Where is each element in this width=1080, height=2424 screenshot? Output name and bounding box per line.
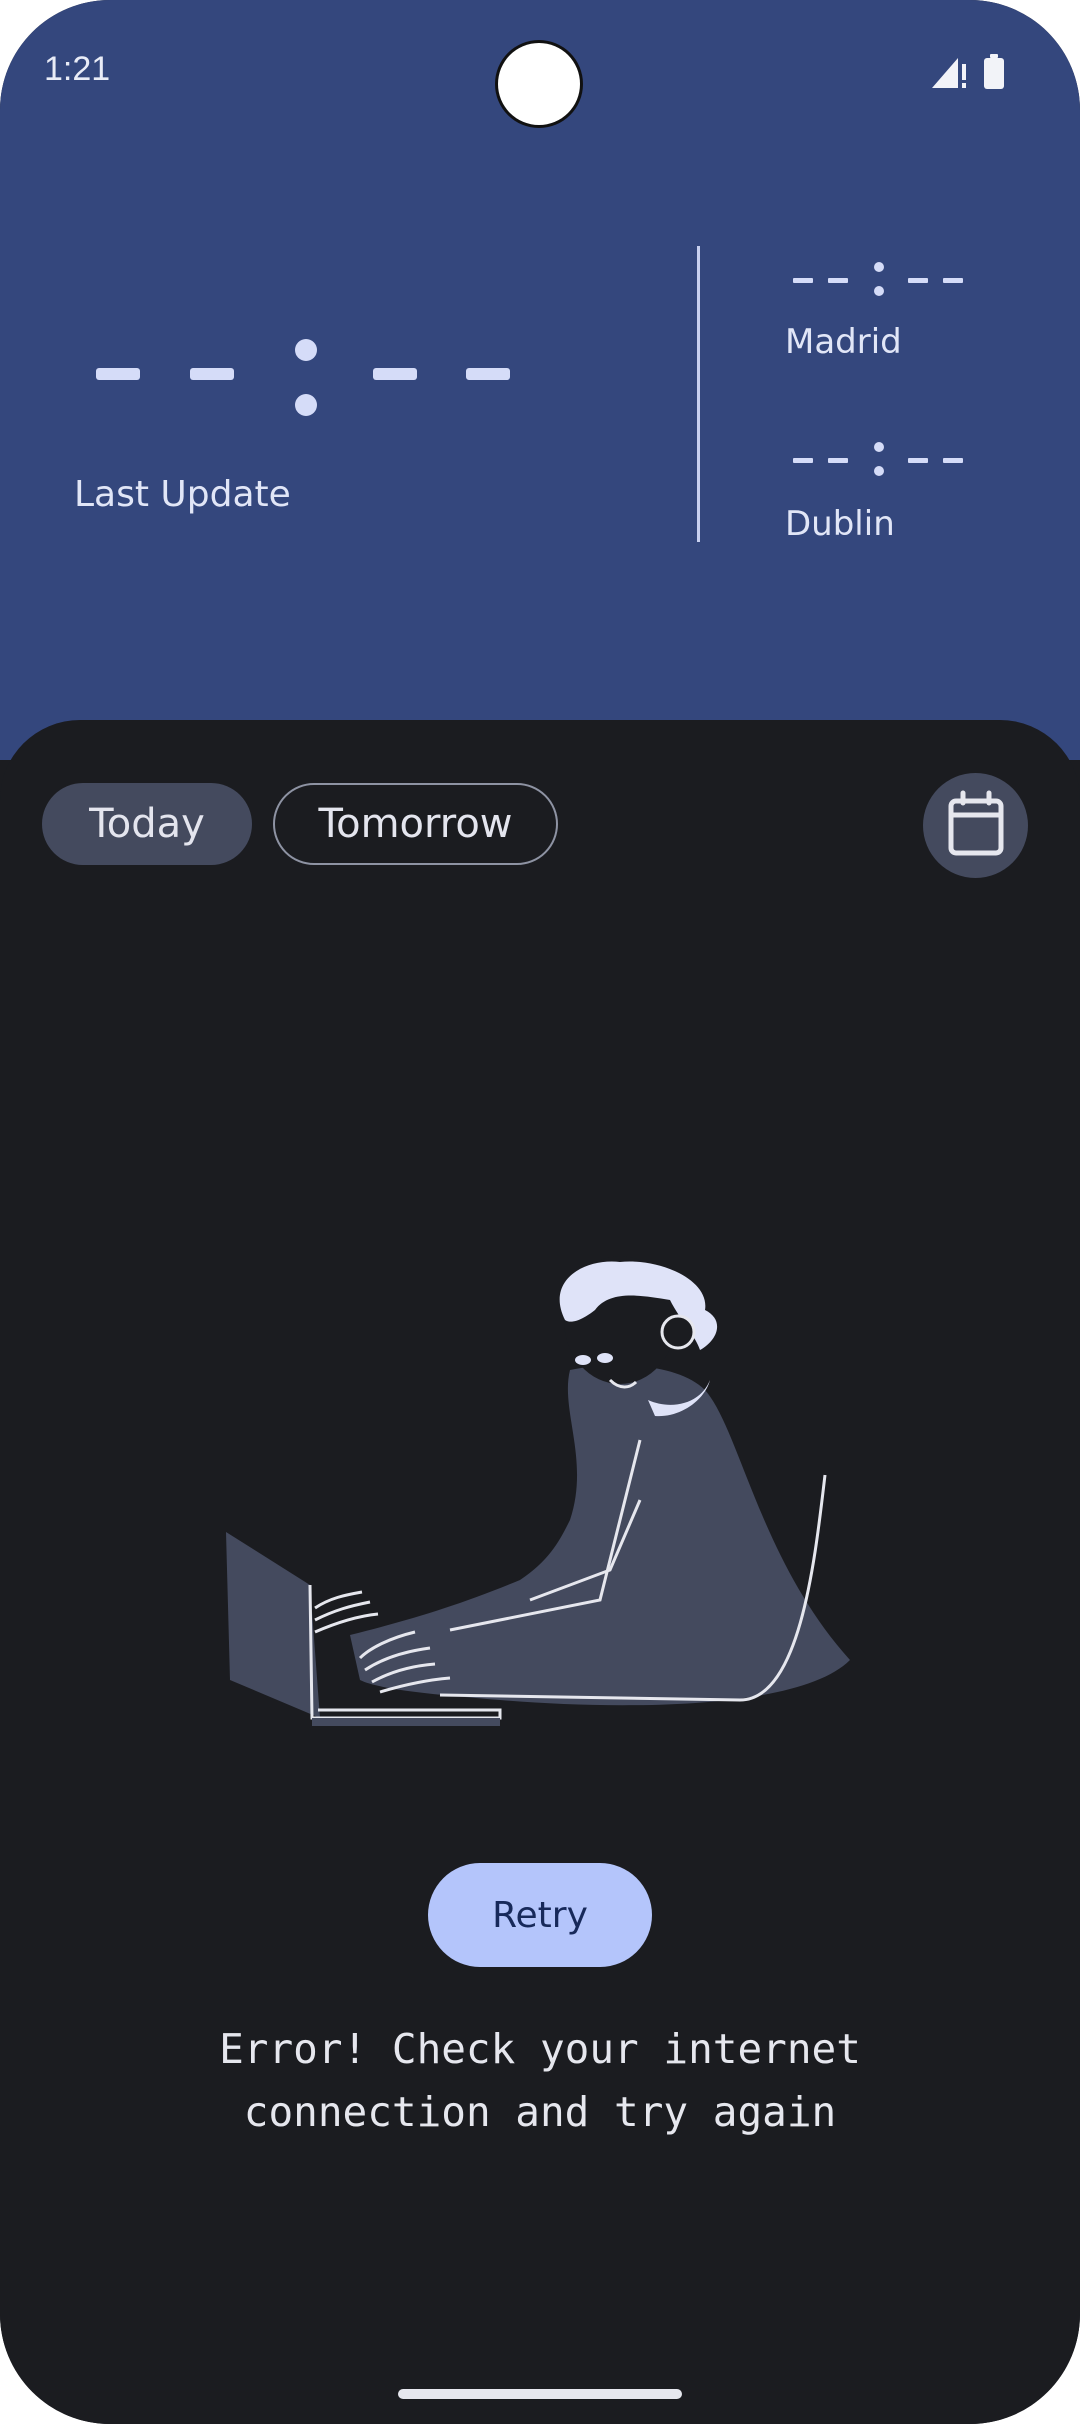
calendar-button[interactable]: [923, 773, 1028, 878]
header-panel: 1:21 --:-- Last Update --:--: [0, 0, 1080, 760]
calendar-icon: [948, 790, 1004, 856]
tab-today[interactable]: Today: [42, 783, 252, 865]
last-update-time: --:--: [96, 339, 510, 416]
header-divider: [697, 246, 700, 542]
madrid-label: Madrid: [785, 322, 902, 362]
phone-screen: 1:21 --:-- Last Update --:--: [0, 0, 1080, 2424]
error-message: Error! Check your internet connection an…: [219, 2025, 861, 2136]
tab-tomorrow[interactable]: Tomorrow: [273, 783, 558, 865]
battery-icon: [984, 54, 1004, 89]
dublin-label: Dublin: [785, 504, 895, 544]
home-indicator[interactable]: [398, 2389, 682, 2399]
retry-button[interactable]: Retry: [428, 1863, 652, 1967]
dublin-time: --:--: [793, 442, 963, 476]
signal-icon: [932, 58, 966, 88]
person-at-laptop-illustration: [226, 1256, 850, 1726]
madrid-time: --:--: [793, 262, 963, 296]
last-update-label: Last Update: [74, 474, 291, 515]
camera-cutout: [498, 43, 580, 125]
status-time: 1:21: [44, 50, 111, 88]
